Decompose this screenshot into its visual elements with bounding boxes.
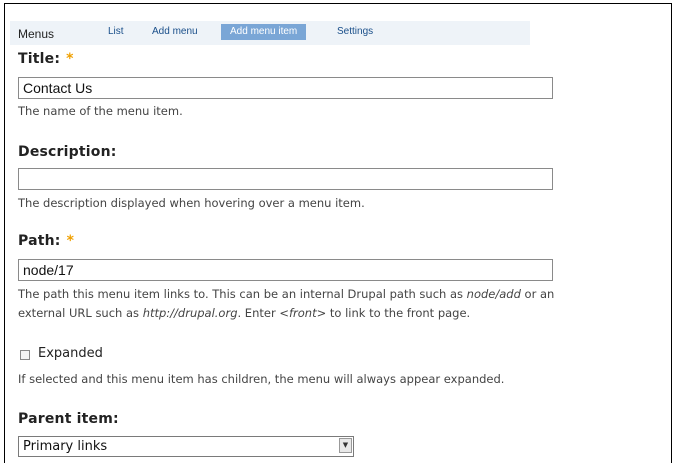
- description-label: Description:: [18, 144, 117, 160]
- tab-add-menu[interactable]: Add menu: [152, 26, 198, 37]
- content-frame: [4, 3, 672, 463]
- path-label: Path: *: [18, 233, 74, 249]
- expanded-label[interactable]: Expanded: [38, 346, 103, 361]
- required-marker: *: [66, 51, 74, 67]
- parent-item-select[interactable]: Primary links ▼: [18, 436, 354, 457]
- tab-list[interactable]: List: [108, 26, 124, 37]
- dropdown-arrow-icon[interactable]: ▼: [339, 438, 352, 453]
- path-desc-text: The path this menu item links to. This c…: [18, 287, 467, 301]
- description-help: The description displayed when hovering …: [18, 196, 365, 210]
- path-desc-example: node/add: [466, 287, 521, 301]
- path-desc-text: or an: [520, 287, 555, 301]
- tab-settings[interactable]: Settings: [337, 26, 373, 37]
- title-input[interactable]: Contact Us: [18, 77, 553, 99]
- path-input[interactable]: node/17: [18, 259, 553, 281]
- path-label-text: Path:: [18, 233, 61, 249]
- path-desc-example: http://drupal.org: [142, 306, 238, 320]
- parent-item-value: Primary links: [23, 439, 108, 454]
- parent-item-label: Parent item:: [18, 411, 119, 427]
- expanded-checkbox[interactable]: [20, 350, 30, 360]
- expanded-description: If selected and this menu item has child…: [18, 372, 505, 386]
- title-description: The name of the menu item.: [18, 104, 183, 118]
- tab-add-menu-item[interactable]: Add menu item: [221, 24, 307, 40]
- required-marker: *: [66, 233, 75, 249]
- path-description: The path this menu item links to. This c…: [18, 285, 554, 323]
- description-input[interactable]: [18, 168, 553, 190]
- title-label-text: Title:: [18, 51, 61, 67]
- path-desc-text: . Enter: [237, 306, 280, 320]
- title-label: Title: *: [18, 51, 74, 67]
- section-title: Menus: [18, 27, 55, 41]
- path-desc-example: <front>: [279, 306, 327, 320]
- path-desc-text: to link to the front page.: [326, 306, 471, 320]
- path-desc-text: external URL such as: [18, 306, 143, 320]
